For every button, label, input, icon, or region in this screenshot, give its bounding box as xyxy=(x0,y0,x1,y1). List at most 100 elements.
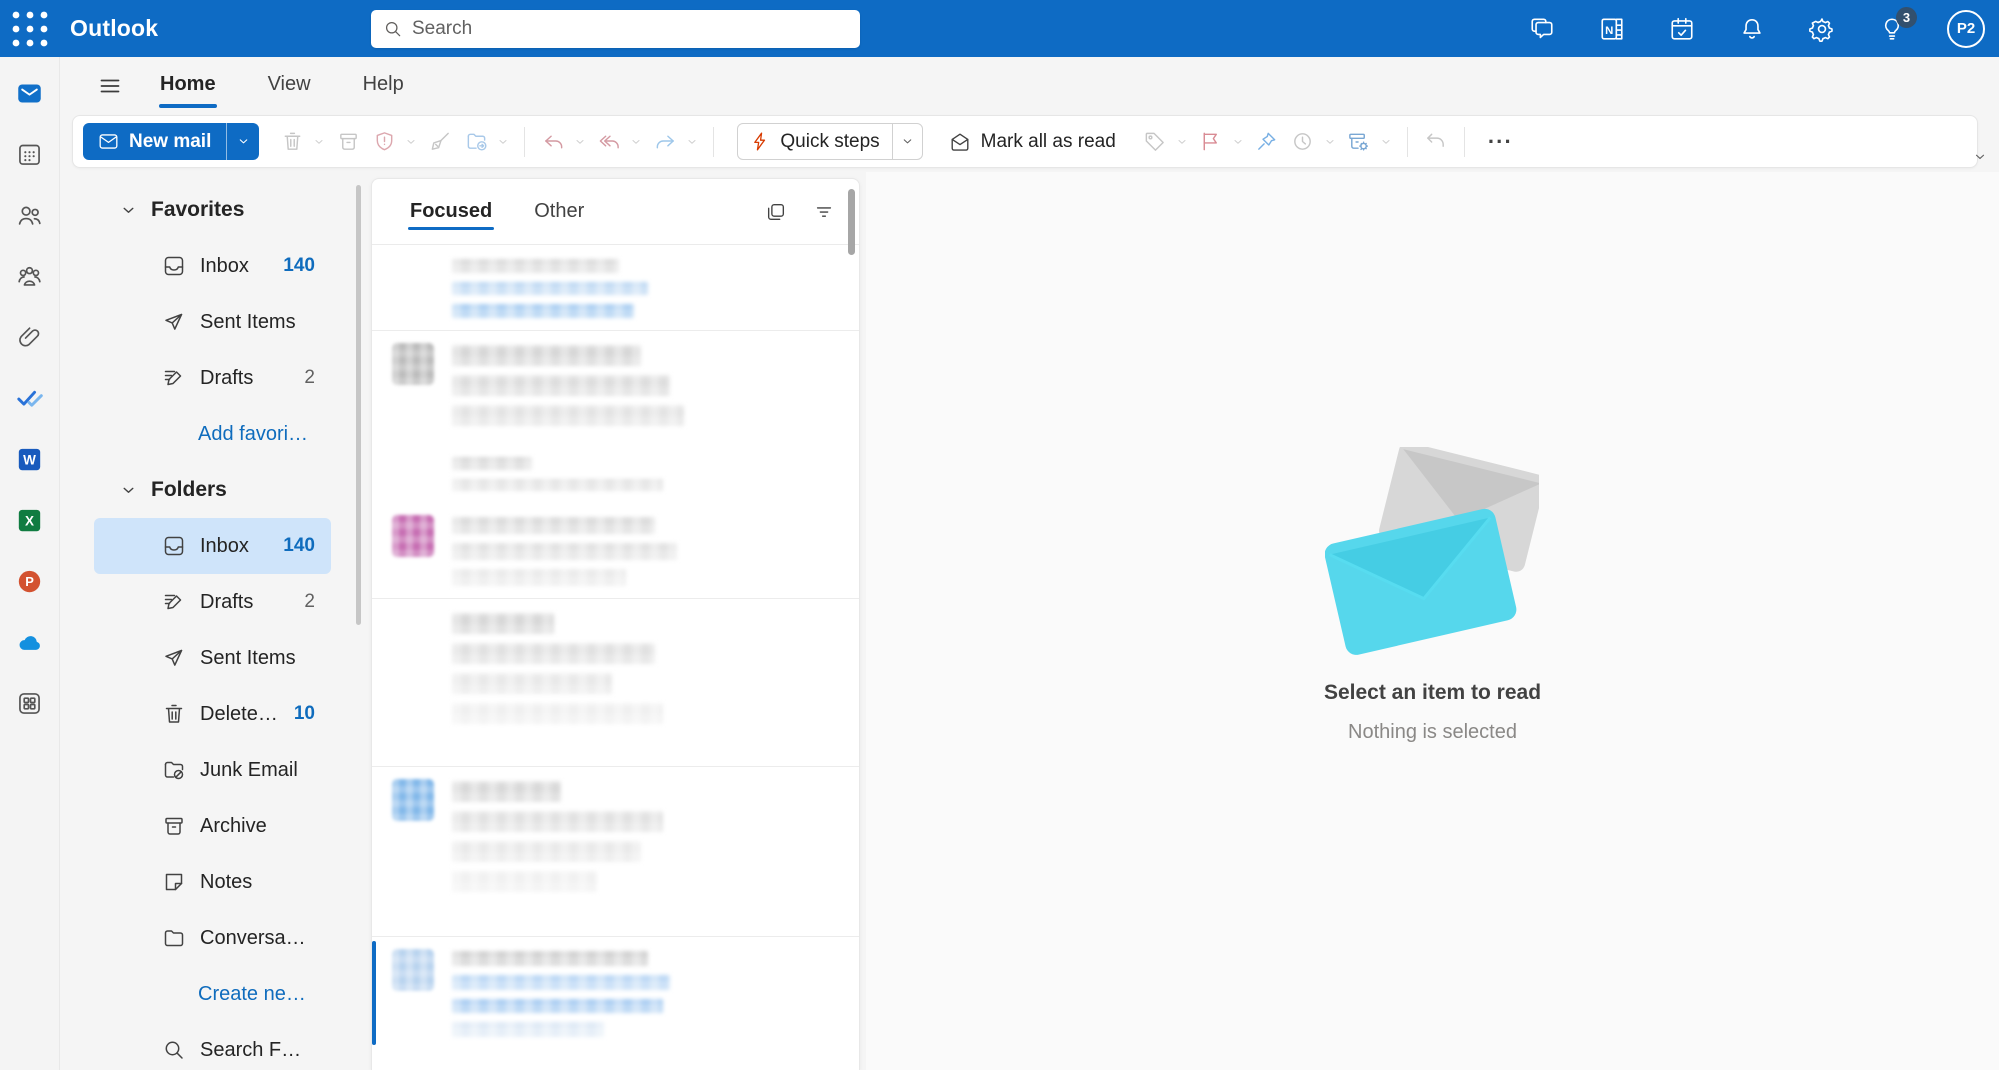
email-list-item[interactable] xyxy=(372,599,859,767)
redacted-text-bar xyxy=(452,479,663,492)
folder-notes[interactable]: Notes xyxy=(94,854,331,910)
reply-all-dropdown[interactable] xyxy=(628,124,644,160)
rail-item-files[interactable] xyxy=(8,315,52,359)
tab-help[interactable]: Help xyxy=(359,63,408,110)
people-icon xyxy=(16,202,43,229)
rail-item-word[interactable]: W xyxy=(8,437,52,481)
report-button[interactable] xyxy=(367,124,401,160)
undo-button[interactable] xyxy=(1419,124,1453,160)
empty-state: Select an item to read Nothing is select… xyxy=(1324,447,1541,744)
forward-dropdown[interactable] xyxy=(684,124,700,160)
redacted-text-lines xyxy=(452,611,815,754)
rail-item-groups[interactable] xyxy=(8,254,52,298)
favorites-sent-items-icon xyxy=(162,310,186,334)
rail-item-calendar[interactable] xyxy=(8,132,52,176)
create-new-folder[interactable]: Create ne… xyxy=(94,966,306,1022)
email-list-item-selected[interactable] xyxy=(372,937,859,1049)
add-favorite[interactable]: Add favori… xyxy=(94,406,308,462)
message-list-header: Focused Other xyxy=(372,179,859,245)
folder-drafts[interactable]: Drafts2 xyxy=(94,574,331,630)
rail-item-more-apps[interactable] xyxy=(8,681,52,725)
new-mail-dropdown[interactable] xyxy=(226,123,259,160)
delete-button[interactable] xyxy=(275,124,309,160)
tab-home[interactable]: Home xyxy=(156,63,220,110)
more-options-button[interactable]: ··· xyxy=(1476,124,1525,160)
reply-icon xyxy=(542,130,565,153)
email-list-item[interactable] xyxy=(372,443,859,503)
categorize-button[interactable] xyxy=(1138,124,1172,160)
rail-item-mail[interactable] xyxy=(8,71,52,115)
redacted-text-bar xyxy=(452,375,670,396)
onenote-button[interactable]: N xyxy=(1597,14,1627,44)
folder-junk-email[interactable]: Junk Email xyxy=(94,742,331,798)
folder-deleted-items[interactable]: Delete…10 xyxy=(94,686,331,742)
rail-item-excel[interactable]: X xyxy=(8,498,52,542)
report-dropdown[interactable] xyxy=(403,124,419,160)
new-mail-button[interactable]: New mail xyxy=(83,123,226,160)
snooze-button[interactable] xyxy=(1286,124,1320,160)
waffle-icon xyxy=(6,5,54,53)
folder-inbox[interactable]: Inbox140 xyxy=(94,518,331,574)
favorites-inbox[interactable]: Inbox140 xyxy=(94,238,331,294)
archive-button[interactable] xyxy=(331,124,365,160)
reply-dropdown[interactable] xyxy=(572,124,588,160)
folder-pane-scrollbar[interactable] xyxy=(356,185,361,625)
folder-archive[interactable]: Archive xyxy=(94,798,331,854)
notifications-button[interactable] xyxy=(1737,14,1767,44)
tips-button[interactable]: 3 xyxy=(1877,14,1907,44)
folder-label: Drafts xyxy=(200,591,253,614)
teams-chat-button[interactable] xyxy=(1527,14,1557,44)
snooze-dropdown[interactable] xyxy=(1322,124,1338,160)
delete-dropdown[interactable] xyxy=(311,124,327,160)
mark-all-as-read-button[interactable]: Mark all as read xyxy=(937,123,1128,160)
favorites-header[interactable]: Favorites xyxy=(94,182,351,238)
forward-button[interactable] xyxy=(648,124,682,160)
reply-button[interactable] xyxy=(536,124,570,160)
tab-focused[interactable]: Focused xyxy=(408,182,494,241)
reply-all-button[interactable] xyxy=(592,124,626,160)
folders-header[interactable]: Folders xyxy=(94,462,351,518)
pin-button[interactable] xyxy=(1250,124,1284,160)
quick-steps-button[interactable]: Quick steps xyxy=(738,124,891,159)
move-to-button[interactable] xyxy=(459,124,493,160)
search-box[interactable] xyxy=(371,10,860,48)
email-list-item[interactable] xyxy=(372,245,859,331)
avatar[interactable]: P2 xyxy=(1947,10,1985,48)
rail-item-onedrive[interactable] xyxy=(8,620,52,664)
ribbon-tabs: Home View Help xyxy=(156,63,408,110)
files-icon xyxy=(16,324,43,351)
rules-button[interactable] xyxy=(1342,124,1376,160)
flag-button[interactable] xyxy=(1194,124,1228,160)
flag-dropdown[interactable] xyxy=(1230,124,1246,160)
ribbon-collapse-button[interactable] xyxy=(1969,146,1991,168)
rules-dropdown[interactable] xyxy=(1378,124,1394,160)
folder-sent-items[interactable]: Sent Items xyxy=(94,630,331,686)
email-list-item[interactable] xyxy=(372,503,859,599)
tab-other[interactable]: Other xyxy=(532,182,586,241)
rail-item-to-do[interactable] xyxy=(8,376,52,420)
redacted-text-bar xyxy=(452,975,670,990)
quick-steps-dropdown[interactable] xyxy=(892,124,922,159)
folder-inbox-icon xyxy=(162,534,186,558)
select-all-button[interactable] xyxy=(759,195,793,229)
search-input[interactable] xyxy=(412,18,848,40)
app-launcher-button[interactable] xyxy=(6,5,54,53)
mark-all-as-read-icon xyxy=(949,131,971,153)
email-list-item[interactable] xyxy=(372,331,859,443)
rail-item-powerpoint[interactable]: P xyxy=(8,559,52,603)
move-to-dropdown[interactable] xyxy=(495,124,511,160)
tab-view[interactable]: View xyxy=(264,63,315,110)
folder-conversation-history[interactable]: Conversa… xyxy=(94,910,331,966)
settings-button[interactable] xyxy=(1807,14,1837,44)
email-list-item[interactable] xyxy=(372,767,859,937)
favorites-drafts[interactable]: Drafts2 xyxy=(94,350,331,406)
categorize-dropdown[interactable] xyxy=(1174,124,1190,160)
tasks-button[interactable] xyxy=(1667,14,1697,44)
message-list-scrollbar[interactable] xyxy=(848,189,855,255)
favorites-sent-items[interactable]: Sent Items xyxy=(94,294,331,350)
hamburger-button[interactable] xyxy=(90,66,130,106)
filter-button[interactable] xyxy=(807,195,841,229)
rail-item-people[interactable] xyxy=(8,193,52,237)
sweep-button[interactable] xyxy=(423,124,457,160)
search-folders[interactable]: Search F… xyxy=(94,1022,331,1070)
